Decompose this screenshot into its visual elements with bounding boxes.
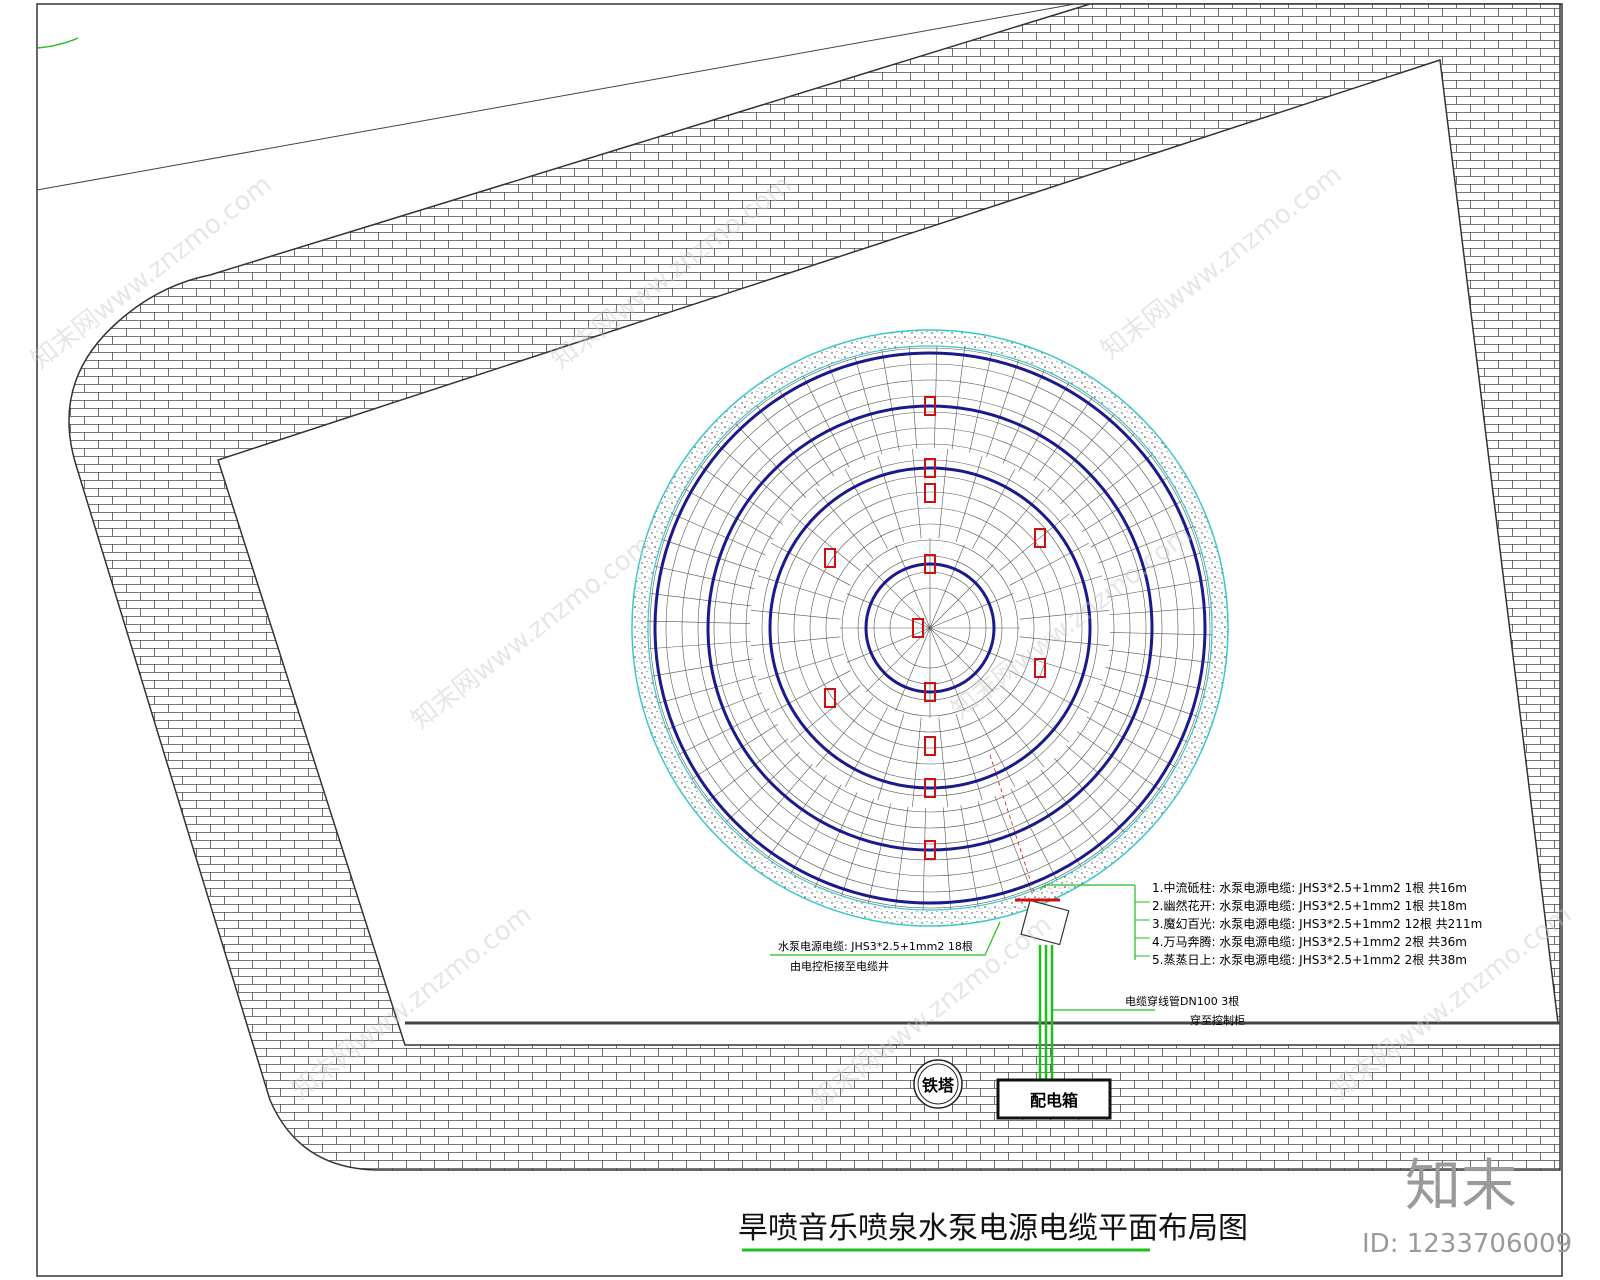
distribution-box-label: 配电箱: [1030, 1091, 1078, 1110]
image-id: ID: 1233706009: [1362, 1229, 1572, 1259]
legend-item-2: 2.幽然花开: 水泵电源电缆: JHS3*2.5+1mm2 1根 共18m: [1152, 898, 1467, 913]
fountain-cable-layout-drawing: 配电箱 铁塔 1.中流砥柱: 水泵电源电缆: JHS3*2.5+1mm2 1根 …: [26, 3, 1578, 1277]
legend-item-4: 4.万马奔腾: 水泵电源电缆: JHS3*2.5+1mm2 2根 共36m: [1152, 934, 1467, 949]
svg-text:知末网www.znzmo.com: 知末网www.znzmo.com: [406, 530, 658, 736]
conduit-note-2: 穿至控制柜: [1190, 1013, 1245, 1027]
svg-text:知末网www.znzmo.com: 知末网www.znzmo.com: [1096, 160, 1348, 366]
tower-marker[interactable]: 铁塔: [913, 1059, 963, 1109]
legend-item-1: 1.中流砥柱: 水泵电源电缆: JHS3*2.5+1mm2 1根 共16m: [1152, 880, 1467, 895]
brand-logo: 知末: [1405, 1154, 1517, 1219]
distribution-box[interactable]: 配电箱: [996, 1078, 1112, 1120]
legend-item-3: 3.魔幻百光: 水泵电源电缆: JHS3*2.5+1mm2 12根 共211m: [1152, 916, 1482, 931]
legend-item-5: 5.蒸蒸日上: 水泵电源电缆: JHS3*2.5+1mm2 2根 共38m: [1152, 953, 1467, 967]
conduit-note: 电缆穿线管DN100 3根: [1125, 994, 1239, 1008]
tower-label: 铁塔: [922, 1076, 955, 1095]
pump-cable-note: 水泵电源电缆: JHS3*2.5+1mm2 18根: [778, 939, 973, 953]
legend-list: 1.中流砥柱: 水泵电源电缆: JHS3*2.5+1mm2 1根 共16m 2.…: [1152, 880, 1482, 967]
circular-fountain-plaza: [631, 329, 1229, 927]
drawing-title: 旱喷音乐喷泉水泵电源电缆平面布局图: [738, 1211, 1248, 1246]
pump-cable-note-2: 由电控柜接至电缆井: [790, 959, 889, 973]
road-edge-line: [36, 37, 79, 49]
